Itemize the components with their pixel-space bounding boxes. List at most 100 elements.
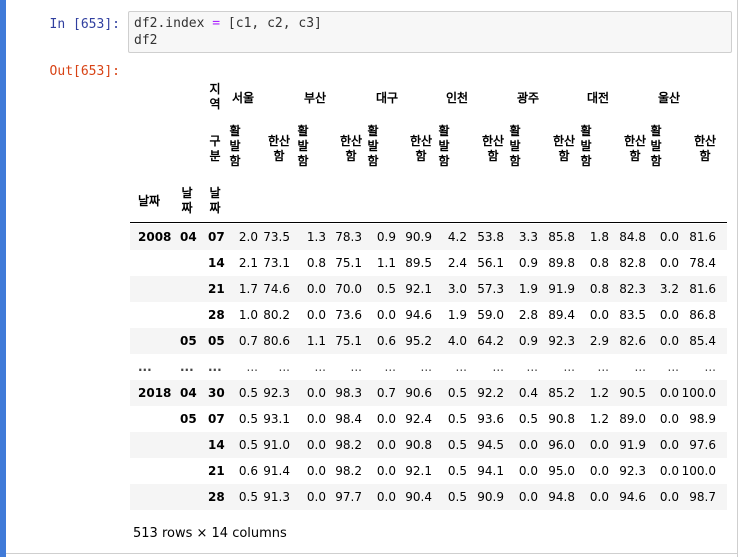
table-cell: 1.2 xyxy=(589,386,609,400)
table-cell: 86.8 xyxy=(689,308,716,322)
table-cell: 0.5 xyxy=(447,438,467,452)
table-cell: 0.0 xyxy=(306,386,326,400)
table-cell: 81.6 xyxy=(689,230,716,244)
table-cell: 0.0 xyxy=(589,464,609,478)
table-cell: 98.7 xyxy=(689,490,716,504)
table-cell: 93.1 xyxy=(263,412,290,426)
column-level-name: 지역 xyxy=(209,82,221,111)
table-cell: ... xyxy=(597,360,609,374)
table-cell: 0.0 xyxy=(376,438,396,452)
table-cell: ... xyxy=(420,360,432,374)
table-cell: 0.0 xyxy=(306,438,326,452)
table-cell: 2.9 xyxy=(589,334,609,348)
table-cell: 1.1 xyxy=(306,334,326,348)
column-header-region: 울산 xyxy=(658,91,681,105)
column-header-measure: 활발함 xyxy=(650,124,662,168)
table-cell: 90.9 xyxy=(405,230,432,244)
column-header-measure: 활발함 xyxy=(297,124,309,168)
table-cell: 73.5 xyxy=(263,230,290,244)
table-cell: 90.6 xyxy=(405,386,432,400)
column-header-region: 대전 xyxy=(587,91,610,105)
table-cell: 0.0 xyxy=(376,464,396,478)
table-cell: 92.3 xyxy=(263,386,290,400)
table-cell: 0.0 xyxy=(589,308,609,322)
table-cell: 0.0 xyxy=(306,308,326,322)
column-header-measure: 한산함 xyxy=(693,134,717,163)
index-level-0: 2018 xyxy=(138,386,172,400)
table-cell: 80.6 xyxy=(263,334,290,348)
table-cell: ... xyxy=(455,360,467,374)
cell-border xyxy=(6,553,738,554)
cell-border xyxy=(737,0,738,557)
table-cell: 91.3 xyxy=(263,490,290,504)
column-header-measure: 한산함 xyxy=(409,134,433,163)
index-level-1: 05 xyxy=(180,412,197,426)
table-cell: 0.0 xyxy=(659,464,679,478)
table-cell: 0.0 xyxy=(518,490,538,504)
column-header-measure: 한산함 xyxy=(339,134,363,163)
column-header-measure: 한산함 xyxy=(267,134,291,163)
table-cell: 0.0 xyxy=(659,386,679,400)
code-line-2: df2 xyxy=(134,33,158,48)
table-cell: ... xyxy=(384,360,396,374)
table-cell: 0.0 xyxy=(518,438,538,452)
table-cell: 81.6 xyxy=(689,282,716,296)
table-cell: 0.5 xyxy=(447,412,467,426)
index-level-0: 2008 xyxy=(138,230,172,244)
output-prompt: Out[653]: xyxy=(49,64,120,79)
table-cell: 0.8 xyxy=(589,256,609,270)
column-level-name: 구분 xyxy=(209,134,221,163)
table-cell: 0.0 xyxy=(659,256,679,270)
column-header-measure: 활발함 xyxy=(229,124,241,168)
table-cell: 4.2 xyxy=(447,230,467,244)
table-cell: 97.6 xyxy=(689,438,716,452)
table-cell: 91.4 xyxy=(263,464,290,478)
table-cell: 0.4 xyxy=(518,386,538,400)
index-name: 날짜 xyxy=(138,194,161,208)
table-cell: 1.2 xyxy=(589,412,609,426)
table-cell: 0.0 xyxy=(306,490,326,504)
table-cell: 74.6 xyxy=(263,282,290,296)
table-cell: 0.5 xyxy=(447,464,467,478)
code-line-1: df2.index = [c1, c2, c3] xyxy=(134,16,322,31)
index-level-1: 05 xyxy=(180,334,197,348)
code-input-cell[interactable]: df2.index = [c1, c2, c3] df2 xyxy=(128,11,732,53)
column-header-region: 부산 xyxy=(304,91,327,105)
table-cell: 3.2 xyxy=(659,282,679,296)
table-cell: 1.9 xyxy=(447,308,467,322)
column-header-measure: 한산함 xyxy=(623,134,647,163)
column-header-region: 인천 xyxy=(446,91,469,105)
table-cell: 0.0 xyxy=(376,490,396,504)
index-level-1: ... xyxy=(180,360,194,374)
table-cell: 95.2 xyxy=(405,334,432,348)
column-header-measure: 한산함 xyxy=(481,134,505,163)
table-cell: 0.0 xyxy=(306,282,326,296)
table-cell: ... xyxy=(667,360,679,374)
table-cell: 0.9 xyxy=(518,334,538,348)
table-cell: ... xyxy=(314,360,326,374)
column-header-region: 광주 xyxy=(517,91,540,105)
table-cell: 1.8 xyxy=(589,230,609,244)
table-cell: 0.5 xyxy=(447,386,467,400)
table-cell: 90.4 xyxy=(405,490,432,504)
table-cell: 0.8 xyxy=(589,282,609,296)
table-cell: 91.0 xyxy=(263,438,290,452)
table-cell: 3.0 xyxy=(447,282,467,296)
table-cell: 0.7 xyxy=(376,386,396,400)
dataframe-shape-footer: 513 rows × 14 columns xyxy=(133,526,287,541)
table-cell: 0.0 xyxy=(376,412,396,426)
table-cell: 0.0 xyxy=(659,334,679,348)
table-cell: 92.1 xyxy=(405,282,432,296)
column-header-measure: 활발함 xyxy=(509,124,521,168)
table-cell: 85.4 xyxy=(689,334,716,348)
table-cell: 2.4 xyxy=(447,256,467,270)
table-cell: 0.6 xyxy=(376,334,396,348)
table-cell: ... xyxy=(278,360,290,374)
table-cell: 100.0 xyxy=(681,386,716,400)
column-header-region: 서울 xyxy=(232,91,255,105)
column-header-region: 대구 xyxy=(376,91,399,105)
table-cell: 94.6 xyxy=(405,308,432,322)
table-cell: 0.0 xyxy=(659,308,679,322)
index-name: 날짜 xyxy=(181,186,193,215)
column-header-measure: 활발함 xyxy=(367,124,379,168)
